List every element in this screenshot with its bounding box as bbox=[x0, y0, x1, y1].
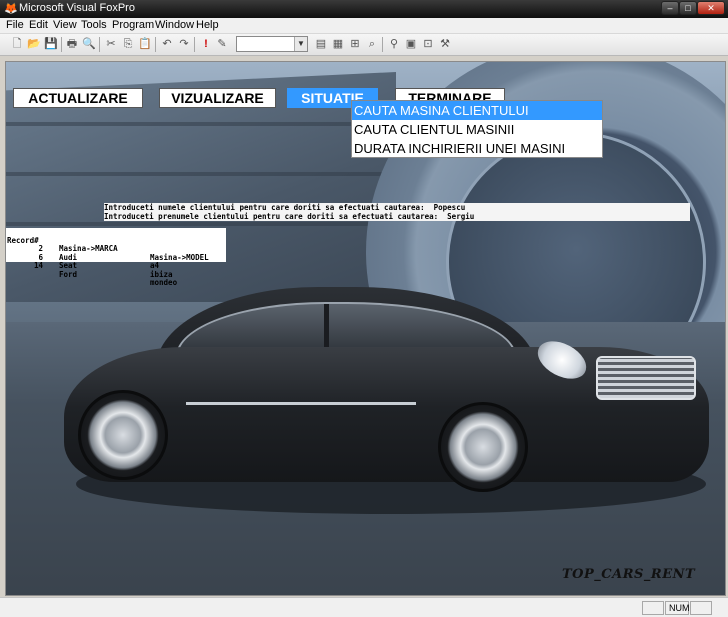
table-row[interactable]: 6 Seat ibiza bbox=[6, 245, 226, 278]
command-window-icon[interactable]: ▤ bbox=[314, 37, 328, 51]
brand-label: TOP_CARS_RENT bbox=[562, 567, 696, 582]
menu-button-actualizare[interactable]: ACTUALIZARE bbox=[13, 88, 143, 108]
table-row[interactable]: 14 Ford mondeo bbox=[6, 254, 226, 286]
toolbar-separator bbox=[99, 37, 100, 52]
dropdown-item-cauta-client[interactable]: CAUTA CLIENTUL MASINII bbox=[352, 120, 602, 139]
status-bar: NUM bbox=[0, 597, 728, 617]
menu-bar: File Edit View Tools Program Window Help bbox=[0, 18, 728, 34]
open-icon[interactable]: 📂 bbox=[27, 37, 41, 51]
prompt-nume: Introduceti numele clientului pentru car… bbox=[104, 203, 690, 212]
close-button[interactable]: ✕ bbox=[697, 1, 725, 15]
toolbar-separator bbox=[194, 37, 195, 52]
builder-icon[interactable]: ⚒ bbox=[438, 37, 452, 51]
run-icon[interactable]: ! bbox=[199, 37, 213, 51]
table-header: Record# Masina->MARCA Masina->MODEL bbox=[6, 228, 226, 261]
menu-tools[interactable]: Tools bbox=[81, 19, 107, 31]
situatie-dropdown: CAUTA MASINA CLIENTULUI CAUTA CLIENTUL M… bbox=[351, 100, 603, 158]
table-row[interactable]: 2 Audi a4 bbox=[6, 237, 226, 269]
modify-form-icon[interactable]: ✎ bbox=[215, 37, 229, 51]
title-bar[interactable]: 🦊 Microsoft Visual FoxPro – □ ✕ bbox=[0, 0, 728, 18]
chevron-down-icon[interactable]: ▼ bbox=[294, 37, 307, 51]
menu-view[interactable]: View bbox=[53, 19, 77, 31]
properties-icon[interactable]: ⊞ bbox=[348, 37, 362, 51]
prompt-prenume: Introduceti prenumele clientului pentru … bbox=[104, 212, 690, 221]
new-file-icon[interactable]: 🗋 bbox=[10, 37, 24, 51]
toolbox-icon[interactable]: ▣ bbox=[404, 37, 418, 51]
dropdown-item-cauta-masina[interactable]: CAUTA MASINA CLIENTULUI bbox=[352, 101, 602, 120]
menu-file[interactable]: File bbox=[6, 19, 24, 31]
status-num: NUM bbox=[665, 601, 690, 615]
menu-edit[interactable]: Edit bbox=[29, 19, 48, 31]
copy-icon[interactable]: ⎘ bbox=[121, 37, 135, 51]
main-form: ACTUALIZARE VIZUALIZARE SITUATIE TERMINA… bbox=[5, 61, 726, 596]
menu-help[interactable]: Help bbox=[196, 19, 219, 31]
save-icon[interactable]: 💾 bbox=[44, 37, 58, 51]
results-table: Record# Masina->MARCA Masina->MODEL 2 Au… bbox=[6, 228, 226, 287]
maximize-button[interactable]: □ bbox=[679, 1, 697, 15]
cell-model: mondeo bbox=[150, 278, 178, 287]
toolbar-separator bbox=[61, 37, 62, 52]
toolbar-separator bbox=[155, 37, 156, 52]
menu-program[interactable]: Program bbox=[112, 19, 154, 31]
toolbar-separator bbox=[382, 37, 383, 52]
database-combo[interactable]: ▼ bbox=[236, 36, 308, 52]
redo-icon[interactable]: ↷ bbox=[177, 37, 191, 51]
menu-button-vizualizare[interactable]: VIZUALIZARE bbox=[159, 88, 276, 108]
menu-window[interactable]: Window bbox=[155, 19, 194, 31]
print-preview-icon[interactable]: 🔍 bbox=[82, 37, 96, 51]
foxpro-app-icon[interactable]: 🦊 bbox=[4, 3, 18, 15]
foxpro-window: 🦊 Microsoft Visual FoxPro – □ ✕ File Edi… bbox=[0, 0, 728, 617]
undo-icon[interactable]: ↶ bbox=[160, 37, 174, 51]
paste-icon[interactable]: 📋 bbox=[138, 37, 152, 51]
connection-icon[interactable]: ⊡ bbox=[421, 37, 435, 51]
minimize-button[interactable]: – bbox=[661, 1, 679, 15]
print-icon[interactable]: 🖶 bbox=[65, 37, 79, 51]
standard-toolbar: 🗋 📂 💾 🖶 🔍 ✂ ⎘ 📋 ↶ ↷ ! ✎ ▼ ▤ ▦ ⊞ ⌕ ⚲ ▣ ⊡ … bbox=[0, 34, 728, 56]
code-icon[interactable]: ⌕ bbox=[365, 37, 379, 51]
cell-record: 14 bbox=[33, 261, 43, 270]
data-session-icon[interactable]: ▦ bbox=[331, 37, 345, 51]
dropdown-item-durata-inchiriere[interactable]: DURATA INCHIRIERII UNEI MASINI bbox=[352, 139, 602, 158]
status-pane bbox=[642, 601, 664, 615]
cell-marca: Ford bbox=[59, 269, 78, 279]
window-title: Microsoft Visual FoxPro bbox=[19, 2, 135, 14]
status-pane bbox=[690, 601, 712, 615]
debug-icon[interactable]: ⚲ bbox=[387, 37, 401, 51]
cut-icon[interactable]: ✂ bbox=[104, 37, 118, 51]
